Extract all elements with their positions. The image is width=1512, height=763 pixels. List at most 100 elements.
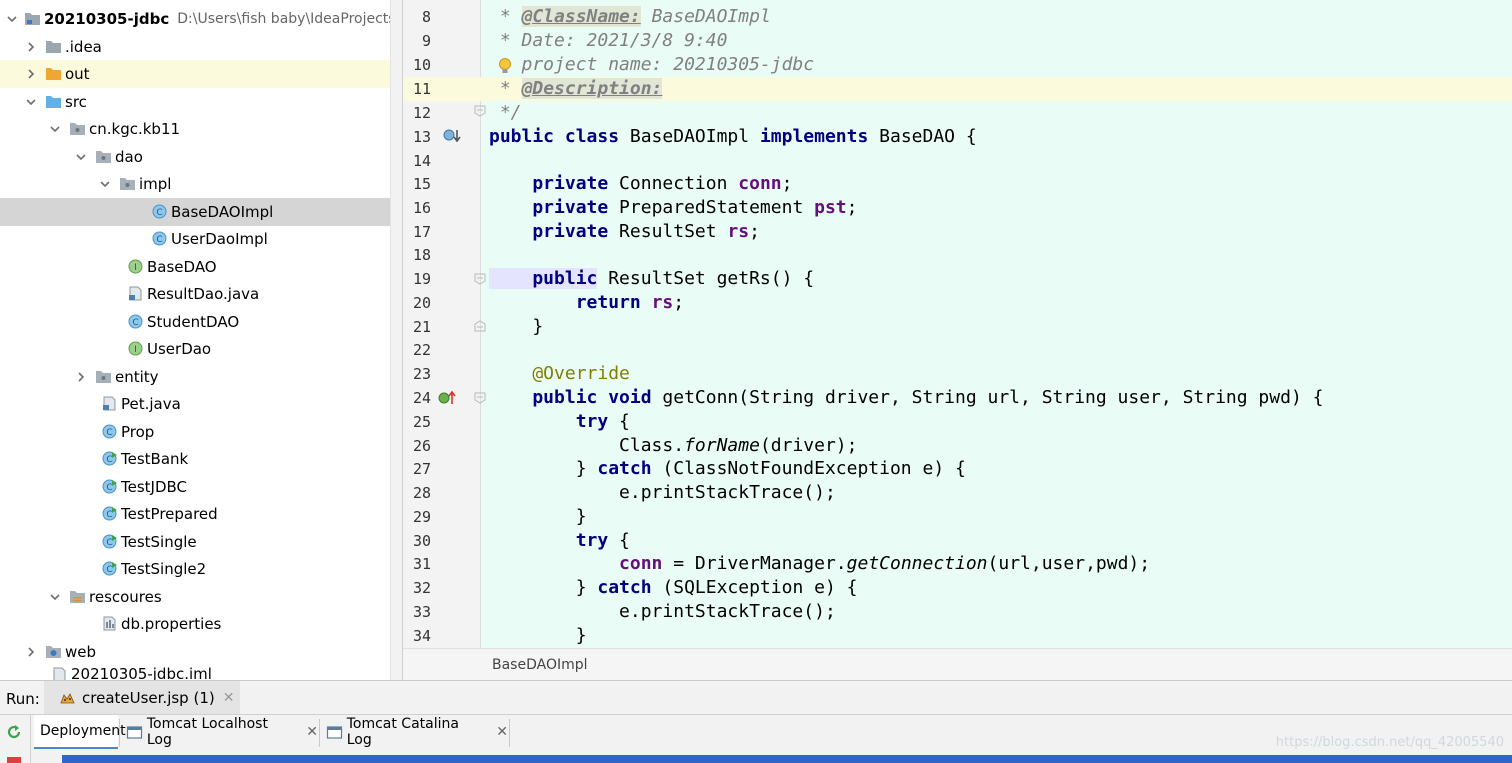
tree-row-prop[interactable]: C Prop bbox=[0, 418, 390, 446]
line-number: 23 bbox=[412, 365, 431, 383]
code-line-10[interactable]: project name: 20210305-jdbc bbox=[489, 53, 1512, 77]
tree-row-src[interactable]: src bbox=[0, 88, 390, 116]
code-line-20[interactable]: return rs; bbox=[489, 291, 1512, 315]
tab-deployment[interactable]: Deployment bbox=[34, 715, 126, 749]
tree-row-basedao[interactable]: I BaseDAO bbox=[0, 253, 390, 281]
chevron-down-icon[interactable] bbox=[6, 12, 18, 26]
code-line-27[interactable]: } catch (ClassNotFoundException e) { bbox=[489, 457, 1512, 481]
line-number: 27 bbox=[412, 460, 431, 478]
code-text: } bbox=[489, 625, 587, 646]
tree-row-testprepared[interactable]: C TestPrepared bbox=[0, 500, 390, 528]
rerun-icon[interactable] bbox=[5, 723, 23, 741]
code-line-13[interactable]: public class BaseDAOImpl implements Base… bbox=[489, 125, 1512, 149]
class-icon: C bbox=[100, 424, 118, 440]
stop-icon[interactable] bbox=[7, 757, 21, 763]
code-line-17[interactable]: private ResultSet rs; bbox=[489, 220, 1512, 244]
chevron-down-icon[interactable] bbox=[48, 122, 62, 136]
package-icon bbox=[94, 149, 112, 165]
static-method: getConnection bbox=[846, 553, 988, 574]
tree-row-project-root[interactable]: 20210305-jdbc D:\Users\fish baby\IdeaPro… bbox=[0, 5, 396, 33]
code-line-33[interactable]: e.printStackTrace(); bbox=[489, 600, 1512, 624]
tree-row-resultdao-java[interactable]: ResultDao.java bbox=[0, 280, 390, 308]
keyword: public bbox=[489, 268, 598, 289]
code-editor[interactable]: 8 9 10 11 12 13 14 15 16 17 18 19 20 21 … bbox=[403, 0, 1512, 648]
tree-row-userdaoimpl[interactable]: C UserDaoImpl bbox=[0, 225, 390, 253]
chevron-down-icon[interactable] bbox=[74, 150, 88, 164]
breadcrumb-item[interactable]: BaseDAOImpl bbox=[492, 657, 588, 673]
code-line-15[interactable]: private Connection conn; bbox=[489, 172, 1512, 196]
fold-icon[interactable] bbox=[473, 272, 487, 286]
tree-label: TestSingle2 bbox=[121, 559, 207, 578]
chevron-right-icon[interactable] bbox=[24, 645, 38, 659]
breadcrumb[interactable]: BaseDAOImpl bbox=[403, 648, 1512, 680]
keyword: try bbox=[489, 530, 609, 551]
chevron-down-icon[interactable] bbox=[48, 590, 62, 604]
tree-row-basedaoimpl[interactable]: C BaseDAOImpl bbox=[0, 198, 390, 226]
chevron-right-icon[interactable] bbox=[74, 370, 88, 384]
tree-scrollbar[interactable] bbox=[390, 0, 402, 680]
tree-row-testjdbc[interactable]: C TestJDBC bbox=[0, 473, 390, 501]
tree-row-package-cn-kgc-kb11[interactable]: cn.kgc.kb11 bbox=[0, 115, 390, 143]
fold-icon[interactable] bbox=[473, 319, 487, 333]
tree-row-package-impl[interactable]: impl bbox=[0, 170, 390, 198]
code-line-30[interactable]: try { bbox=[489, 529, 1512, 553]
tree-row-userdao[interactable]: I UserDao bbox=[0, 335, 390, 363]
tree-row-out[interactable]: out bbox=[0, 60, 390, 88]
code-line-11[interactable]: * @Description: bbox=[489, 77, 1512, 101]
code-line-21[interactable]: } bbox=[489, 315, 1512, 339]
code-line-26[interactable]: Class.forName(driver); bbox=[489, 434, 1512, 458]
tree-row-testsingle[interactable]: C TestSingle bbox=[0, 528, 390, 556]
tree-row-db-properties[interactable]: db.properties bbox=[0, 610, 390, 638]
code-line-32[interactable]: } catch (SQLException e) { bbox=[489, 576, 1512, 600]
tree-row-rescoures[interactable]: rescoures bbox=[0, 583, 390, 611]
code-text: Class. bbox=[489, 435, 685, 456]
close-icon[interactable]: ✕ bbox=[223, 690, 235, 706]
tree-row-web[interactable]: web bbox=[0, 638, 390, 666]
chevron-down-icon[interactable] bbox=[98, 177, 112, 191]
code-line-16[interactable]: private PreparedStatement pst; bbox=[489, 196, 1512, 220]
tree-row-package-dao[interactable]: dao bbox=[0, 143, 390, 171]
tree-row-studentdao[interactable]: C StudentDAO bbox=[0, 308, 390, 336]
code-line-31[interactable]: conn = DriverManager.getConnection(url,u… bbox=[489, 552, 1512, 576]
line-number: 24 bbox=[412, 389, 431, 407]
code-line-34[interactable]: } bbox=[489, 624, 1512, 648]
implemented-icon[interactable] bbox=[443, 127, 463, 145]
selected-deployment-row[interactable] bbox=[62, 755, 1512, 763]
project-tree[interactable]: 20210305-jdbc D:\Users\fish baby\IdeaPro… bbox=[0, 0, 402, 680]
runnable-class-icon: C bbox=[100, 479, 118, 495]
run-config-tab[interactable]: createUser.jsp (1) ✕ bbox=[44, 681, 240, 715]
tree-row-iml[interactable]: 20210305-jdbc.iml bbox=[0, 664, 390, 680]
close-icon[interactable]: ✕ bbox=[496, 724, 508, 740]
tree-row-idea[interactable]: .idea bbox=[0, 33, 390, 61]
chevron-down-icon[interactable] bbox=[24, 95, 38, 109]
code-line-12[interactable]: */ bbox=[489, 101, 1512, 125]
line-number: 12 bbox=[412, 104, 431, 122]
tree-label: BaseDAO bbox=[147, 257, 217, 276]
project-path: D:\Users\fish baby\IdeaProjects bbox=[177, 10, 396, 27]
tree-row-pet-java[interactable]: Pet.java bbox=[0, 390, 390, 418]
tab-tomcat-catalina-log[interactable]: Tomcat Catalina Log ✕ bbox=[322, 715, 508, 749]
tab-tomcat-localhost-log[interactable]: Tomcat Localhost Log ✕ bbox=[122, 715, 318, 749]
line-number: 30 bbox=[412, 532, 431, 550]
fold-icon[interactable] bbox=[473, 104, 487, 118]
code-line-28[interactable]: e.printStackTrace(); bbox=[489, 481, 1512, 505]
code-line-29[interactable]: } bbox=[489, 505, 1512, 529]
tab-label: Deployment bbox=[40, 723, 126, 739]
tree-label: UserDaoImpl bbox=[171, 229, 268, 248]
code-line-23[interactable]: @Override bbox=[489, 362, 1512, 386]
code-line-19[interactable]: public ResultSet getRs() { bbox=[489, 267, 1512, 291]
line-number: 21 bbox=[412, 318, 431, 336]
code-line-25[interactable]: try { bbox=[489, 410, 1512, 434]
code-line-8[interactable]: * @ClassName: BaseDAOImpl bbox=[489, 5, 1512, 29]
chevron-right-icon[interactable] bbox=[24, 40, 38, 54]
close-icon[interactable]: ✕ bbox=[306, 724, 318, 740]
code-line-24[interactable]: public void getConn(String driver, Strin… bbox=[489, 386, 1512, 410]
tree-row-package-entity[interactable]: entity bbox=[0, 363, 390, 391]
chevron-right-icon[interactable] bbox=[24, 67, 38, 81]
tree-row-testbank[interactable]: C TestBank bbox=[0, 445, 390, 473]
line-number: 8 bbox=[421, 8, 431, 26]
tree-row-testsingle2[interactable]: C TestSingle2 bbox=[0, 555, 390, 583]
fold-icon[interactable] bbox=[473, 391, 487, 405]
code-line-9[interactable]: * Date: 2021/3/8 9:40 bbox=[489, 29, 1512, 53]
implements-method-icon[interactable] bbox=[438, 389, 458, 407]
